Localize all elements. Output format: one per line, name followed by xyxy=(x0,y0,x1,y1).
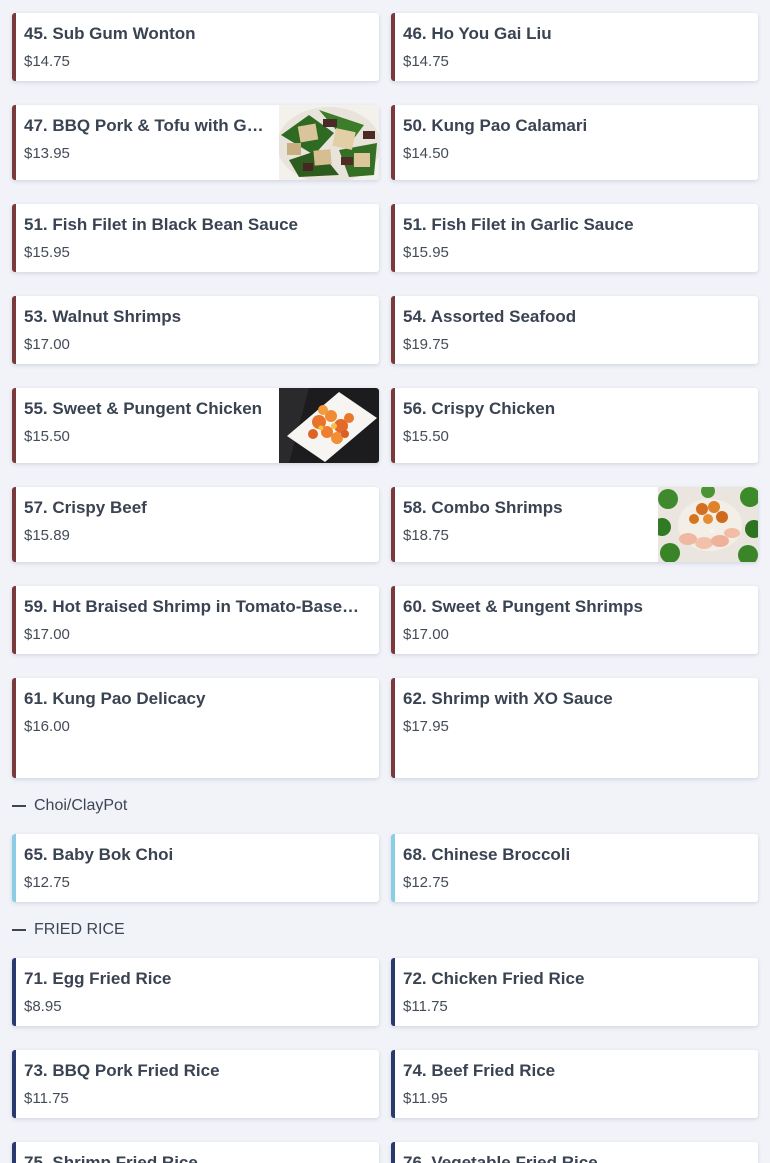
menu-item-card[interactable]: 46. Ho You Gai Liu $14.75 xyxy=(391,13,758,81)
menu-item-name: 75. Shrimp Fried Rice xyxy=(24,1154,367,1163)
section-header-fried-rice[interactable]: FRIED RICE xyxy=(12,920,125,940)
menu-item-price: $11.75 xyxy=(24,1090,69,1107)
menu-row: 71. Egg Fried Rice $8.95 72. Chicken Frie… xyxy=(12,958,758,1026)
menu-item-price: $15.89 xyxy=(24,527,70,544)
menu-item-name: 50. Kung Pao Calamari xyxy=(403,117,588,135)
menu-row: 73. BBQ Pork Fried Rice $11.75 74. Beef F… xyxy=(12,1050,758,1118)
menu-item-price: $15.95 xyxy=(403,244,449,261)
menu-row: 65. Baby Bok Choi $12.75 68. Chinese Broc… xyxy=(12,834,758,902)
menu-item-price: $15.95 xyxy=(24,244,70,261)
menu-item-name: 59. Hot Braised Shrimp in Tomato-Based S… xyxy=(24,598,367,616)
menu-item-name: 55. Sweet & Pungent Chicken xyxy=(24,400,263,418)
section-title: FRIED RICE xyxy=(34,921,125,938)
menu-item-name: 53. Walnut Shrimps xyxy=(24,308,182,326)
menu-item-name: 68. Chinese Broccoli xyxy=(403,846,571,864)
menu-item-price: $15.50 xyxy=(403,428,449,445)
menu-item-card[interactable]: 75. Shrimp Fried Rice xyxy=(12,1142,379,1163)
menu-item-card[interactable]: 68. Chinese Broccoli $12.75 xyxy=(391,834,758,902)
menu-item-name: 47. BBQ Pork & Tofu with Green Onions xyxy=(24,117,267,135)
menu-item-card[interactable]: 45. Sub Gum Wonton $14.75 xyxy=(12,13,379,81)
menu-item-card[interactable]: 51. Fish Filet in Black Bean Sauce $15.95 xyxy=(12,204,379,272)
menu-item-price: $17.00 xyxy=(403,626,449,643)
menu-item-card[interactable]: 72. Chicken Fried Rice $11.75 xyxy=(391,958,758,1026)
menu-item-card[interactable]: 50. Kung Pao Calamari $14.50 xyxy=(391,105,758,180)
menu-item-name: 46. Ho You Gai Liu xyxy=(403,25,552,43)
menu-item-name: 54. Assorted Seafood xyxy=(403,308,577,326)
menu-item-card[interactable]: 59. Hot Braised Shrimp in Tomato-Based S… xyxy=(12,586,379,654)
menu-item-card[interactable]: 71. Egg Fried Rice $8.95 xyxy=(12,958,379,1026)
menu-item-card[interactable]: 62. Shrimp with XO Sauce $17.95 xyxy=(391,678,758,778)
menu-row: 45. Sub Gum Wonton $14.75 46. Ho You Gai … xyxy=(12,13,758,81)
menu-page: 45. Sub Gum Wonton $14.75 46. Ho You Gai … xyxy=(0,0,770,1163)
menu-item-price: $13.95 xyxy=(24,145,70,162)
menu-item-price: $18.75 xyxy=(403,527,449,544)
menu-row: 47. BBQ Pork & Tofu with Green Onions $13… xyxy=(12,105,758,180)
menu-item-name: 72. Chicken Fried Rice xyxy=(403,970,585,988)
menu-row: 59. Hot Braised Shrimp in Tomato-Based S… xyxy=(12,586,758,654)
menu-item-name: 74. Beef Fried Rice xyxy=(403,1062,556,1080)
menu-item-card[interactable]: 57. Crispy Beef $15.89 xyxy=(12,487,379,562)
menu-item-name: 62. Shrimp with XO Sauce xyxy=(403,690,613,708)
combo-shrimps-photo xyxy=(653,487,758,562)
menu-item-name: 76. Vegetable Fried Rice xyxy=(403,1154,746,1163)
menu-item-price: $16.00 xyxy=(24,718,70,735)
menu-row: 61. Kung Pao Delicacy $16.00 62. Shrimp w… xyxy=(12,678,758,778)
menu-item-price: $17.00 xyxy=(24,626,70,643)
menu-item-price: $14.50 xyxy=(403,145,449,162)
menu-item-card[interactable]: 55. Sweet & Pungent Chicken $15.50 xyxy=(12,388,379,463)
section-title: Choi/ClayPot xyxy=(34,797,128,814)
menu-item-price: $14.75 xyxy=(24,53,70,70)
collapse-dash-icon[interactable] xyxy=(12,805,26,807)
menu-item-card[interactable]: 65. Baby Bok Choi $12.75 xyxy=(12,834,379,902)
menu-item-price: $17.00 xyxy=(24,336,70,353)
menu-item-price: $15.50 xyxy=(24,428,70,445)
menu-row: 75. Shrimp Fried Rice 76. Vegetable Frie… xyxy=(12,1142,758,1163)
collapse-dash-icon[interactable] xyxy=(12,929,26,931)
menu-item-price: $11.95 xyxy=(403,1090,448,1107)
menu-item-card[interactable]: 56. Crispy Chicken $15.50 xyxy=(391,388,758,463)
menu-item-name: 51. Fish Filet in Garlic Sauce xyxy=(403,216,634,234)
bbq-pork-tofu-photo xyxy=(277,105,379,180)
menu-item-price: $17.95 xyxy=(403,718,449,735)
menu-row: 53. Walnut Shrimps $17.00 54. Assorted Se… xyxy=(12,296,758,364)
section-header-claypot[interactable]: Choi/ClayPot xyxy=(12,796,127,816)
menu-item-name: 60. Sweet & Pungent Shrimps xyxy=(403,598,643,616)
menu-item-name: 61. Kung Pao Delicacy xyxy=(24,690,206,708)
menu-item-name: 45. Sub Gum Wonton xyxy=(24,25,196,43)
menu-item-card[interactable]: 61. Kung Pao Delicacy $16.00 xyxy=(12,678,379,778)
menu-item-card[interactable]: 51. Fish Filet in Garlic Sauce $15.95 xyxy=(391,204,758,272)
menu-item-price: $11.75 xyxy=(403,998,448,1015)
menu-row: 55. Sweet & Pungent Chicken $15.50 56. C… xyxy=(12,388,758,463)
menu-item-name: 51. Fish Filet in Black Bean Sauce xyxy=(24,216,298,234)
menu-item-card[interactable]: 76. Vegetable Fried Rice xyxy=(391,1142,758,1163)
menu-item-name: 71. Egg Fried Rice xyxy=(24,970,172,988)
menu-item-name: 73. BBQ Pork Fried Rice xyxy=(24,1062,220,1080)
menu-item-card[interactable]: 47. BBQ Pork & Tofu with Green Onions $13… xyxy=(12,105,379,180)
menu-item-price: $19.75 xyxy=(403,336,449,353)
menu-item-price: $8.95 xyxy=(24,998,62,1015)
menu-item-card[interactable]: 73. BBQ Pork Fried Rice $11.75 xyxy=(12,1050,379,1118)
menu-item-price: $12.75 xyxy=(403,874,449,891)
menu-item-price: $14.75 xyxy=(403,53,449,70)
menu-item-card[interactable]: 58. Combo Shrimps $18.75 xyxy=(391,487,758,562)
menu-item-name: 57. Crispy Beef xyxy=(24,499,147,517)
menu-item-card[interactable]: 54. Assorted Seafood $19.75 xyxy=(391,296,758,364)
menu-row: 57. Crispy Beef $15.89 58. Combo Shrimps $… xyxy=(12,487,758,562)
menu-item-name: 58. Combo Shrimps xyxy=(403,499,563,517)
menu-item-card[interactable]: 74. Beef Fried Rice $11.95 xyxy=(391,1050,758,1118)
menu-item-name: 65. Baby Bok Choi xyxy=(24,846,174,864)
menu-item-card[interactable]: 53. Walnut Shrimps $17.00 xyxy=(12,296,379,364)
sweet-pungent-chicken-photo xyxy=(279,388,379,463)
menu-item-name: 56. Crispy Chicken xyxy=(403,400,556,418)
menu-item-card[interactable]: 60. Sweet & Pungent Shrimps $17.00 xyxy=(391,586,758,654)
menu-row: 51. Fish Filet in Black Bean Sauce $15.95… xyxy=(12,204,758,272)
menu-item-price: $12.75 xyxy=(24,874,70,891)
